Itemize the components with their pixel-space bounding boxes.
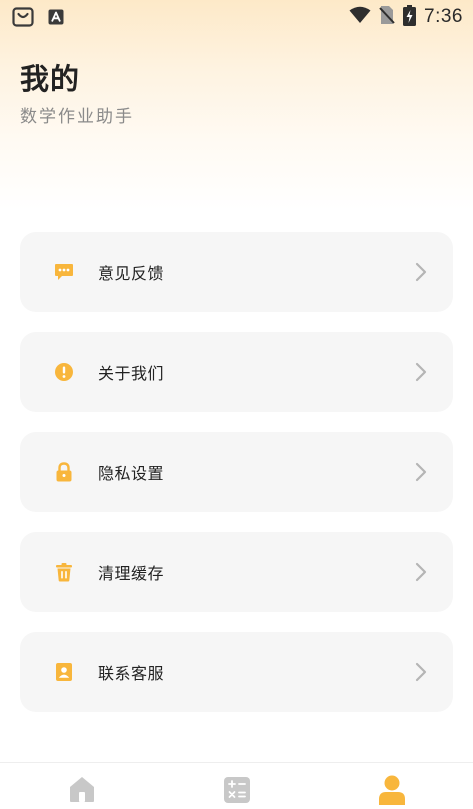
menu-item-label: 关于我们 <box>98 364 165 383</box>
home-icon <box>70 777 94 802</box>
menu-list: 意见反馈 关于我们 隐私设置 清理缓存 联系客服 <box>20 232 453 732</box>
nav-calculator[interactable] <box>222 775 252 805</box>
no-sim-icon <box>379 5 395 29</box>
menu-item-label: 意见反馈 <box>98 264 165 283</box>
menu-item-label: 隐私设置 <box>98 464 165 483</box>
chevron-right-icon <box>415 262 427 282</box>
menu-item-about[interactable]: 关于我们 <box>20 332 453 412</box>
menu-item-privacy[interactable]: 隐私设置 <box>20 432 453 512</box>
menu-item-feedback[interactable]: 意见反馈 <box>20 232 453 312</box>
page-subtitle: 数学作业助手 <box>20 107 134 127</box>
status-bar: 7:36 <box>0 0 473 34</box>
trash-icon <box>53 561 75 583</box>
menu-item-label: 联系客服 <box>98 664 165 683</box>
chevron-right-icon <box>415 562 427 582</box>
nav-profile[interactable] <box>377 775 407 805</box>
chevron-right-icon <box>415 462 427 482</box>
menu-item-contact[interactable]: 联系客服 <box>20 632 453 712</box>
battery-charging-icon <box>403 4 417 30</box>
bottom-nav <box>0 762 473 809</box>
feedback-icon <box>53 261 75 283</box>
nav-home[interactable] <box>67 775 97 805</box>
app-a-icon <box>48 9 64 29</box>
menu-item-label: 清理缓存 <box>98 564 165 583</box>
menu-item-clear-cache[interactable]: 清理缓存 <box>20 532 453 612</box>
chevron-right-icon <box>415 662 427 682</box>
shopping-bag-icon <box>12 7 34 31</box>
info-icon <box>53 361 75 383</box>
lock-icon <box>53 461 75 483</box>
profile-icon <box>379 775 405 805</box>
chevron-right-icon <box>415 362 427 382</box>
status-time: 7:36 <box>424 6 463 27</box>
calculator-icon <box>224 777 250 803</box>
screen: 7:36 我的 数学作业助手 意见反馈 关于我们 隐私设置 清理缓存 联系客服 <box>0 0 473 809</box>
wifi-icon <box>349 6 371 28</box>
page-title: 我的 <box>20 62 81 96</box>
contact-icon <box>53 661 75 683</box>
